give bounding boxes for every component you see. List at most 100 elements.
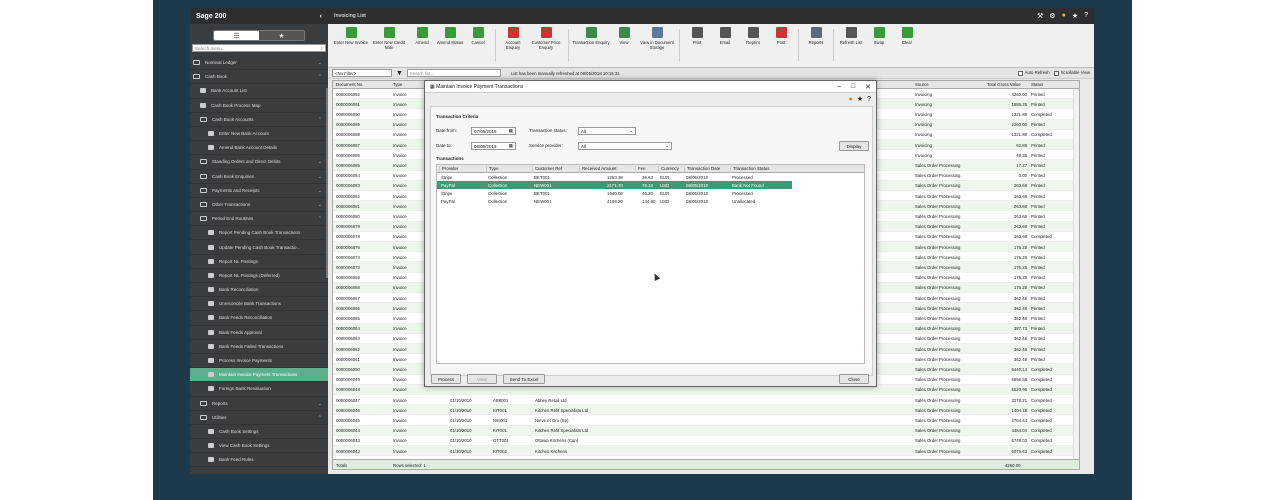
view-button[interactable]: View xyxy=(467,374,497,384)
ribbon-button[interactable]: Amend xyxy=(408,27,436,67)
sidebar-item[interactable]: Utilities ⌃ xyxy=(190,411,328,425)
dialog-help-icon[interactable]: ? xyxy=(867,96,871,103)
transactions-col-header[interactable]: Customer Ref xyxy=(532,166,562,173)
ribbon-button[interactable]: Clear xyxy=(893,27,921,67)
send-to-excel-button[interactable]: Send To Excel xyxy=(503,374,545,384)
chevron-down-icon[interactable]: ⌄ xyxy=(318,401,322,407)
sidebar-item[interactable]: Cash Book Process Map xyxy=(190,99,328,113)
list-search-input[interactable]: Search list... xyxy=(406,69,501,77)
sidebar-item[interactable]: Foreign Bank Revaluation xyxy=(190,382,328,397)
sidebar-item[interactable]: Maintain Invoice Payment Transactions xyxy=(190,368,328,383)
transactions-col-header[interactable]: Transaction Date xyxy=(684,166,720,173)
menu-search-input[interactable]: Search menu... ⌕ xyxy=(192,44,326,52)
collapse-sidebar-icon[interactable]: ‹ xyxy=(320,13,322,20)
sidebar-item[interactable]: Bank Feed Rules xyxy=(190,453,328,468)
ribbon-button[interactable]: Swap xyxy=(865,27,893,67)
table-row[interactable]: 0000006045 Invoice 01/10/2010 NIE001 Nieve e… xyxy=(333,415,1079,426)
minimize-icon[interactable]: – xyxy=(837,83,841,91)
table-row[interactable]: 0000006047 Invoice 01/10/2010 AB8001 Abbey R… xyxy=(333,395,1079,406)
grid-scrollbar[interactable] xyxy=(1073,89,1079,459)
sidebar-item[interactable]: Bank Feeds Approval xyxy=(190,326,328,340)
transactions-col-header[interactable]: Currency xyxy=(658,166,679,173)
table-row[interactable]: 0000006046 Invoice 01/10/2010 KIT001 Kitchen… xyxy=(333,405,1079,416)
sidebar-item[interactable]: Bank Account List xyxy=(190,84,328,99)
sidebar-item[interactable]: Cash Book Accounts ⌃ xyxy=(190,113,328,127)
favourite-star-icon[interactable]: ★ xyxy=(857,95,863,103)
transactions-col-header[interactable]: Received Amount xyxy=(579,166,616,173)
sidebar-item[interactable]: Bank Reconciliation xyxy=(190,283,328,298)
settings-gear-icon[interactable]: ⚙ xyxy=(1049,12,1055,20)
ribbon-button[interactable]: Cancel xyxy=(464,27,492,67)
transaction-row[interactable]: Stripe Collection BET001 1263.38 36.63 EUR 08/… xyxy=(437,173,792,181)
transaction-row[interactable]: PayPal Collection NEW001 4108.20 144.80 USD 08… xyxy=(437,197,792,205)
sidebar-item[interactable]: View Cash Book Settings xyxy=(190,439,328,454)
date-from-input[interactable]: 07/05/2018 ▦ xyxy=(471,127,516,135)
menu-list-icon[interactable]: ☰ xyxy=(214,31,259,40)
service-provider-select[interactable]: All ⌄ xyxy=(578,142,672,150)
sidebar-item[interactable]: Report Pending Cash Book Transactions xyxy=(190,226,328,241)
table-row[interactable]: 0000006043 Invoice 01/10/2010 OTT001 Ottawa … xyxy=(333,436,1079,446)
transaction-status-select[interactable]: All ⌄ xyxy=(578,127,636,135)
sidebar-item[interactable]: Nominal Ledger ⌄ xyxy=(190,56,328,71)
col-header-status[interactable]: Status xyxy=(1031,82,1043,87)
ribbon-button[interactable]: View in Document Storage xyxy=(638,27,676,67)
ribbon-button[interactable]: View xyxy=(610,27,638,67)
sidebar-item[interactable]: Period End Routines ⌃ xyxy=(190,212,328,227)
sidebar-item[interactable]: Enter New Bank Account xyxy=(190,127,328,142)
ribbon-button[interactable]: Reports xyxy=(802,27,830,67)
lightbulb-icon[interactable]: ● xyxy=(1062,12,1066,20)
date-to-input[interactable]: 08/05/2018 ▦ xyxy=(471,142,516,150)
sidebar-item[interactable]: Process Invoice Payments xyxy=(190,354,328,369)
calendar-icon[interactable]: ▦ xyxy=(509,143,513,149)
col-header-total-gross[interactable]: Total Gross Value xyxy=(987,82,1021,87)
chevron-down-icon[interactable]: ⌄ xyxy=(318,202,322,208)
chevron-down-icon[interactable]: ⌄ xyxy=(318,159,322,165)
filter-select[interactable]: <No Filter> xyxy=(332,69,392,77)
chevron-up-icon[interactable]: ⌃ xyxy=(318,415,322,421)
filter-funnel-icon[interactable]: ▼ xyxy=(396,70,403,77)
sidebar-item[interactable]: Cash Book Settings xyxy=(190,425,328,440)
transaction-row[interactable]: Stripe Collection BET001 1640.08 46.20 EUR 08/… xyxy=(437,189,792,197)
close-button[interactable]: Close xyxy=(839,374,869,384)
chevron-down-icon[interactable]: ⌄ xyxy=(318,188,322,194)
sidebar-item[interactable]: Other Transactions ⌄ xyxy=(190,198,328,213)
table-row[interactable]: 0000006042 Invoice 01/10/2010 KIT002 Kitchen… xyxy=(333,446,1079,457)
col-header-doc-no[interactable]: Document No. xyxy=(336,82,363,87)
ribbon-button[interactable]: Enter New Credit Note xyxy=(370,27,408,67)
alert-icon[interactable]: ● xyxy=(849,96,853,103)
tools-icon[interactable]: ⚒ xyxy=(1037,12,1043,20)
sidebar-item[interactable]: Bank Feeds Reconciliation xyxy=(190,311,328,326)
chevron-up-icon[interactable]: ⌃ xyxy=(318,74,322,80)
ribbon-button[interactable]: Email xyxy=(711,27,739,67)
ribbon-button[interactable]: Amend Status xyxy=(436,27,464,67)
sidebar-item[interactable]: Report NL Postings (Deferred) xyxy=(190,269,328,283)
ribbon-button[interactable]: Reprint xyxy=(739,27,767,67)
display-button[interactable]: Display xyxy=(839,141,869,151)
transaction-row[interactable]: PayPal Collection NEW001 2171.70 76.10 USD 08/… xyxy=(437,181,792,189)
transactions-col-header[interactable]: Type xyxy=(486,166,499,173)
transactions-col-header[interactable]: Provider xyxy=(439,166,458,173)
sidebar-item[interactable]: Reports ⌄ xyxy=(190,397,328,411)
star-icon[interactable]: ★ xyxy=(1072,12,1078,20)
help-icon[interactable]: ? xyxy=(1084,12,1088,20)
sidebar-item[interactable]: Bank Feeds Failed Transactions xyxy=(190,340,328,354)
process-button[interactable]: Process xyxy=(431,374,461,384)
chevron-up-icon[interactable]: ⌃ xyxy=(318,216,322,222)
transactions-col-header[interactable]: Transaction Status xyxy=(730,166,769,173)
chevron-up-icon[interactable]: ⌃ xyxy=(318,117,322,123)
sidebar-item[interactable]: Unreconcile Bank Transactions xyxy=(190,297,328,312)
ribbon-button[interactable]: Enter New Invoice xyxy=(332,27,370,67)
maximize-icon[interactable]: □ xyxy=(851,83,855,91)
table-row[interactable]: 0000006044 Invoice 01/10/2010 KIT001 Kitchen… xyxy=(333,425,1079,436)
ribbon-button[interactable]: Post xyxy=(767,27,795,67)
col-header-type[interactable]: Type xyxy=(393,82,402,87)
chevron-down-icon[interactable]: ⌄ xyxy=(318,174,322,180)
sidebar-item[interactable]: Cash Book Enquiries ⌄ xyxy=(190,170,328,184)
ribbon-button[interactable]: Transaction Enquiry xyxy=(572,27,610,67)
favourites-star-icon[interactable]: ★ xyxy=(259,31,304,40)
sidebar-item[interactable]: Update Pending Cash Book Transactio... xyxy=(190,240,328,255)
scrollable-view-checkbox[interactable]: Scrollable View xyxy=(1053,70,1090,76)
sidebar-item[interactable]: Amend Bank Account Details xyxy=(190,141,328,156)
ribbon-button[interactable]: Print xyxy=(683,27,711,67)
sidebar-item[interactable]: Report NL Postings xyxy=(190,255,328,269)
